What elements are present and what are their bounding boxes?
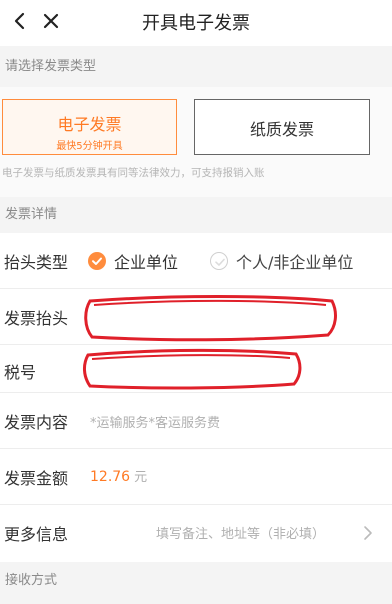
invoice-type-panel: 电子发票 最快5分钟开具 纸质发票 电子发票与纸质发票具有同等法律效力，可支持报…	[0, 87, 392, 197]
chevron-right-icon	[362, 525, 374, 545]
invoice-amount-unit: 元	[134, 470, 148, 485]
radio-enterprise-label: 企业单位	[114, 253, 179, 272]
paper-invoice-button[interactable]: 纸质发票	[194, 99, 370, 155]
check-circle-outline-icon	[210, 252, 228, 270]
electronic-invoice-button[interactable]: 电子发票 最快5分钟开具	[2, 99, 177, 155]
invoice-content-value: *运输服务*客运服务费	[90, 416, 221, 431]
redaction-scribble	[83, 348, 302, 390]
title-type-label: 抬头类型	[4, 253, 69, 272]
title-type-row: 抬头类型 企业单位 个人/非企业单位	[0, 233, 392, 289]
electronic-invoice-label: 电子发票	[57, 115, 122, 134]
invoice-type-note: 电子发票与纸质发票具有同等法律效力，可支持报销入账	[2, 167, 265, 179]
redaction-scribble	[84, 295, 337, 342]
paper-invoice-label: 纸质发票	[249, 120, 314, 139]
page-title: 开具电子发票	[142, 13, 250, 34]
more-info-row[interactable]: 更多信息 填写备注、地址等（非必填）	[0, 505, 392, 562]
invoice-amount-label: 发票金额	[4, 469, 69, 488]
invoice-amount-value: 12.76	[90, 469, 131, 485]
invoice-title-row[interactable]: 发票抬头	[0, 289, 392, 345]
tax-number-row[interactable]: 税号	[0, 345, 392, 393]
check-circle-icon	[88, 252, 106, 270]
invoice-amount: 12.76 元	[90, 466, 147, 485]
more-info-placeholder: 填写备注、地址等（非必填）	[156, 527, 326, 542]
invoice-title-label: 发票抬头	[4, 309, 69, 328]
invoice-amount-row: 发票金额 12.76 元	[0, 449, 392, 505]
radio-enterprise[interactable]: 企业单位	[88, 249, 178, 273]
invoice-content-label: 发票内容	[4, 413, 69, 432]
section-invoice-type: 请选择发票类型	[0, 46, 392, 87]
tax-number-label: 税号	[4, 363, 37, 382]
electronic-invoice-subtitle: 最快5分钟开具	[56, 141, 123, 152]
nav-bar: 开具电子发票	[0, 0, 392, 44]
section-receive-method: 接收方式	[0, 562, 392, 604]
radio-personal-label: 个人/非企业单位	[236, 253, 354, 272]
section-invoice-detail: 发票详情	[0, 197, 392, 233]
more-info-label: 更多信息	[4, 525, 69, 544]
radio-personal[interactable]: 个人/非企业单位	[210, 249, 353, 273]
invoice-content-row: 发票内容 *运输服务*客运服务费	[0, 393, 392, 449]
